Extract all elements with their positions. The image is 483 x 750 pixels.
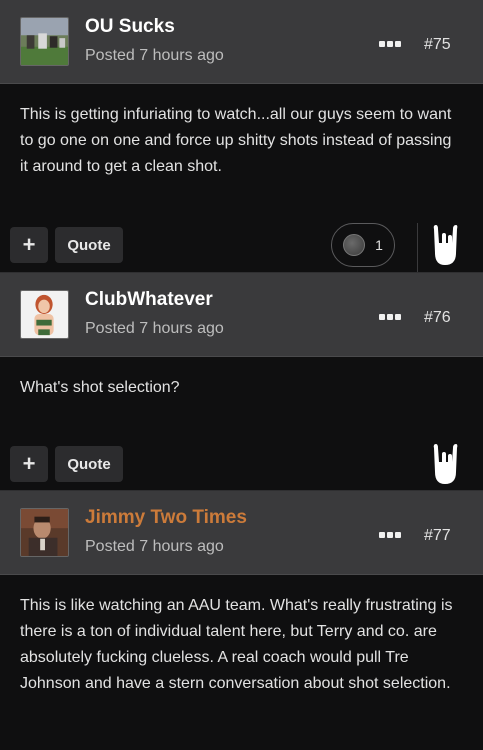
post-75: OU Sucks Posted 7 hours ago #75 This is … bbox=[0, 0, 483, 275]
rock-on-hand-icon[interactable] bbox=[430, 223, 460, 269]
post-number-link[interactable]: #76 bbox=[424, 309, 451, 327]
avatar[interactable] bbox=[20, 290, 69, 339]
post-number-link[interactable]: #77 bbox=[424, 527, 451, 545]
avatar[interactable] bbox=[20, 508, 69, 557]
quote-button[interactable]: Quote bbox=[55, 227, 123, 263]
more-dots-icon[interactable] bbox=[379, 40, 401, 48]
post-77: Jimmy Two Times Posted 7 hours ago #77 T… bbox=[0, 490, 483, 750]
basketball-icon bbox=[343, 234, 366, 256]
footer-divider bbox=[417, 223, 418, 275]
post-timestamp[interactable]: Posted 7 hours ago bbox=[85, 47, 224, 65]
author-name[interactable]: ClubWhatever bbox=[85, 289, 213, 311]
post-76: ClubWhatever Posted 7 hours ago #76 What… bbox=[0, 272, 483, 490]
rock-on-hand-icon[interactable] bbox=[430, 442, 460, 488]
post-header: ClubWhatever Posted 7 hours ago #76 bbox=[0, 273, 483, 357]
post-body: This is like watching an AAU team. What'… bbox=[20, 597, 453, 692]
more-dots-icon[interactable] bbox=[379, 531, 401, 539]
post-body: This is getting infuriating to watch...a… bbox=[20, 106, 452, 175]
post-header: Jimmy Two Times Posted 7 hours ago #77 bbox=[0, 491, 483, 575]
multiquote-add-button[interactable]: + bbox=[10, 227, 48, 263]
topic-page: OU Sucks Posted 7 hours ago #75 This is … bbox=[0, 0, 483, 750]
multiquote-add-button[interactable]: + bbox=[10, 446, 48, 482]
more-dots-icon[interactable] bbox=[379, 313, 401, 321]
avatar[interactable] bbox=[20, 17, 69, 66]
post-number-link[interactable]: #75 bbox=[424, 36, 451, 54]
post-timestamp[interactable]: Posted 7 hours ago bbox=[85, 538, 224, 556]
reaction-count-button[interactable]: 1 bbox=[331, 223, 395, 267]
avatar-image bbox=[21, 18, 68, 65]
reaction-count: 1 bbox=[375, 237, 383, 253]
avatar-image bbox=[21, 291, 68, 338]
quote-button[interactable]: Quote bbox=[55, 446, 123, 482]
author-name[interactable]: OU Sucks bbox=[85, 16, 175, 38]
post-header: OU Sucks Posted 7 hours ago #75 bbox=[0, 0, 483, 84]
author-name[interactable]: Jimmy Two Times bbox=[85, 507, 247, 529]
post-timestamp[interactable]: Posted 7 hours ago bbox=[85, 320, 224, 338]
post-body: What's shot selection? bbox=[20, 379, 180, 396]
avatar-image bbox=[21, 509, 68, 556]
